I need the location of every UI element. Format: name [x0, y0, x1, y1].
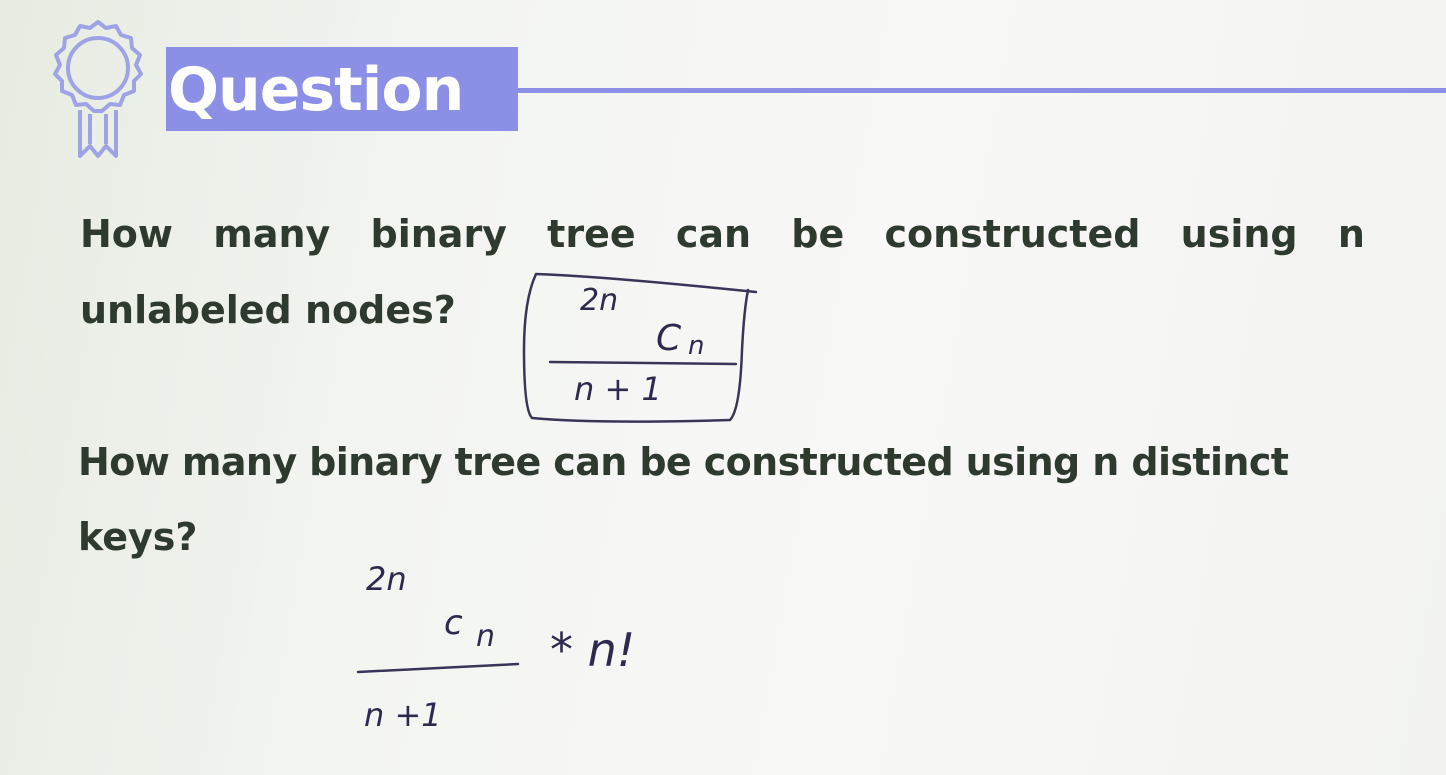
answer-2: 2n c n n +1 * n! [356, 560, 635, 734]
answer-1-subscript: n [688, 331, 704, 361]
answer-1-superscript: 2n [580, 283, 618, 318]
answer-2-multiplier: * n! [550, 623, 635, 677]
answer-2-superscript: 2n [366, 560, 407, 598]
answer-2-denominator: n +1 [364, 696, 442, 734]
answer-1-fraction-bar [548, 360, 738, 366]
handwritten-answers: 2n C n n + 1 2n c n n +1 * n! [356, 272, 758, 734]
answer-2-fraction-bar [356, 662, 520, 674]
answer-1: 2n C n n + 1 [522, 272, 758, 423]
answer-2-subscript: n [476, 619, 495, 654]
answer-2-base: c [444, 603, 463, 643]
answer-1-denominator: n + 1 [574, 370, 662, 408]
answer-1-base: C [656, 318, 682, 359]
